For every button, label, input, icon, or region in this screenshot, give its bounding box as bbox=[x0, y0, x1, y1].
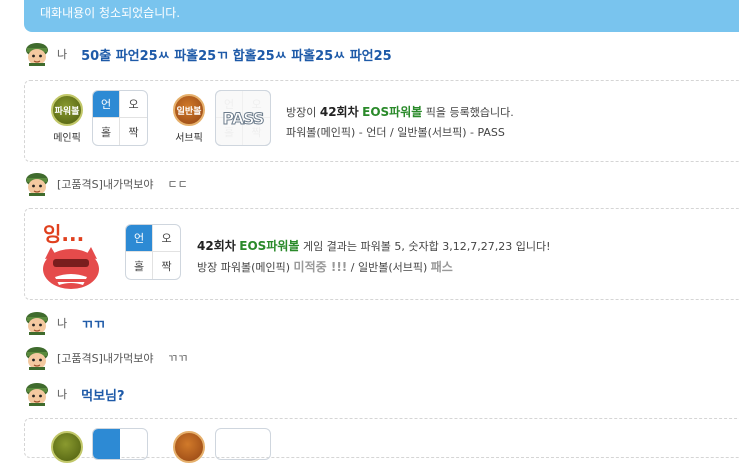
result-grid: 언 오 홀 짝 bbox=[125, 224, 181, 280]
result-under[interactable]: 언 bbox=[126, 225, 153, 252]
powerball-badge-icon: 파워볼 bbox=[51, 94, 83, 126]
result-announce-line: 42회차 EOS파워볼 게임 결과는 파워볼 5, 숫자합 3,12,7,27,… bbox=[197, 239, 551, 253]
chat-username[interactable]: [고품격S]내가먹보야 bbox=[57, 350, 154, 366]
pick-announce-line: 방장이 42회차 EOS파워볼 픽을 등록했습니다. bbox=[286, 105, 514, 119]
chat-username[interactable]: 나 bbox=[57, 386, 67, 402]
result-even[interactable]: 짝 bbox=[153, 252, 180, 279]
main-pick-label: 메인픽 bbox=[53, 133, 81, 144]
pick-even[interactable]: 짝 bbox=[120, 118, 147, 145]
result-detail-line: 방장 파워볼(메인픽) 미적중 !!! / 일반볼(서브픽) 패스 bbox=[197, 260, 453, 274]
user-avatar-icon[interactable] bbox=[24, 346, 50, 370]
pick-under[interactable]: 언 bbox=[93, 91, 120, 118]
game-result-card: 잉... 언 오 홀 짝 42회차 EOS파워볼 게임 결과는 파워볼 5, 숫… bbox=[24, 208, 739, 300]
chat-username[interactable]: [고품격S]내가먹보야 bbox=[57, 176, 154, 192]
pick-detail-line: 파워볼(메인픽) - 언더 / 일반볼(서브픽) - PASS bbox=[286, 126, 505, 139]
normalball-badge-icon: 일반볼 bbox=[173, 94, 205, 126]
normalball-badge-icon bbox=[173, 431, 205, 463]
pick-over[interactable]: 오 bbox=[120, 91, 147, 118]
main-pick-grid: 언 오 홀 짝 bbox=[92, 90, 148, 146]
result-odd[interactable]: 홀 bbox=[126, 252, 153, 279]
sub-pick-label: 서브픽 bbox=[175, 133, 203, 144]
main-pick-grid bbox=[92, 428, 148, 460]
user-avatar-icon[interactable] bbox=[24, 42, 50, 66]
chat-cleared-notice: 대화내용이 청소되었습니다. bbox=[24, 0, 739, 32]
user-avatar-icon[interactable] bbox=[24, 382, 50, 406]
user-avatar-icon[interactable] bbox=[24, 172, 50, 196]
sad-mascot-icon: 잉... bbox=[43, 222, 99, 289]
sub-pick-grid bbox=[215, 428, 271, 460]
chat-message: 나 ㄲㄲ bbox=[24, 311, 105, 335]
user-avatar-icon[interactable] bbox=[24, 311, 50, 335]
chat-text: ㄲㄲ bbox=[167, 352, 188, 365]
pick-odd[interactable]: 홀 bbox=[93, 118, 120, 145]
pick-registration-card-partial bbox=[24, 418, 739, 463]
chat-username[interactable]: 나 bbox=[57, 46, 67, 62]
pick-under[interactable] bbox=[93, 429, 120, 459]
chat-message: 나 50출 파언25ㅆ 파홀25ㄲ 합홀25ㅆ 파홀25ㅆ 파언25 bbox=[24, 42, 392, 66]
result-over[interactable]: 오 bbox=[153, 225, 180, 252]
chat-username[interactable]: 나 bbox=[57, 315, 67, 331]
chat-text: ㄲㄲ bbox=[81, 317, 106, 333]
chat-text: ㄷㄷ bbox=[167, 178, 188, 191]
chat-message: [고품격S]내가먹보야 ㄲㄲ bbox=[24, 346, 188, 370]
chat-text: 50출 파언25ㅆ 파홀25ㄲ 합홀25ㅆ 파홀25ㅆ 파언25 bbox=[81, 48, 392, 64]
powerball-badge-icon bbox=[51, 431, 83, 463]
pass-stamp-icon: PASS bbox=[215, 90, 271, 146]
chat-message: [고품격S]내가먹보야 ㄷㄷ bbox=[24, 172, 188, 196]
pick-registration-card: 파워볼 메인픽 언 오 홀 짝 일반볼 서브픽 언 오 홀 짝 PASS 방장이… bbox=[24, 80, 739, 162]
chat-text: 먹보님? bbox=[81, 388, 125, 404]
chat-message: 나 먹보님? bbox=[24, 382, 125, 406]
svg-text:잉...: 잉... bbox=[43, 222, 84, 246]
